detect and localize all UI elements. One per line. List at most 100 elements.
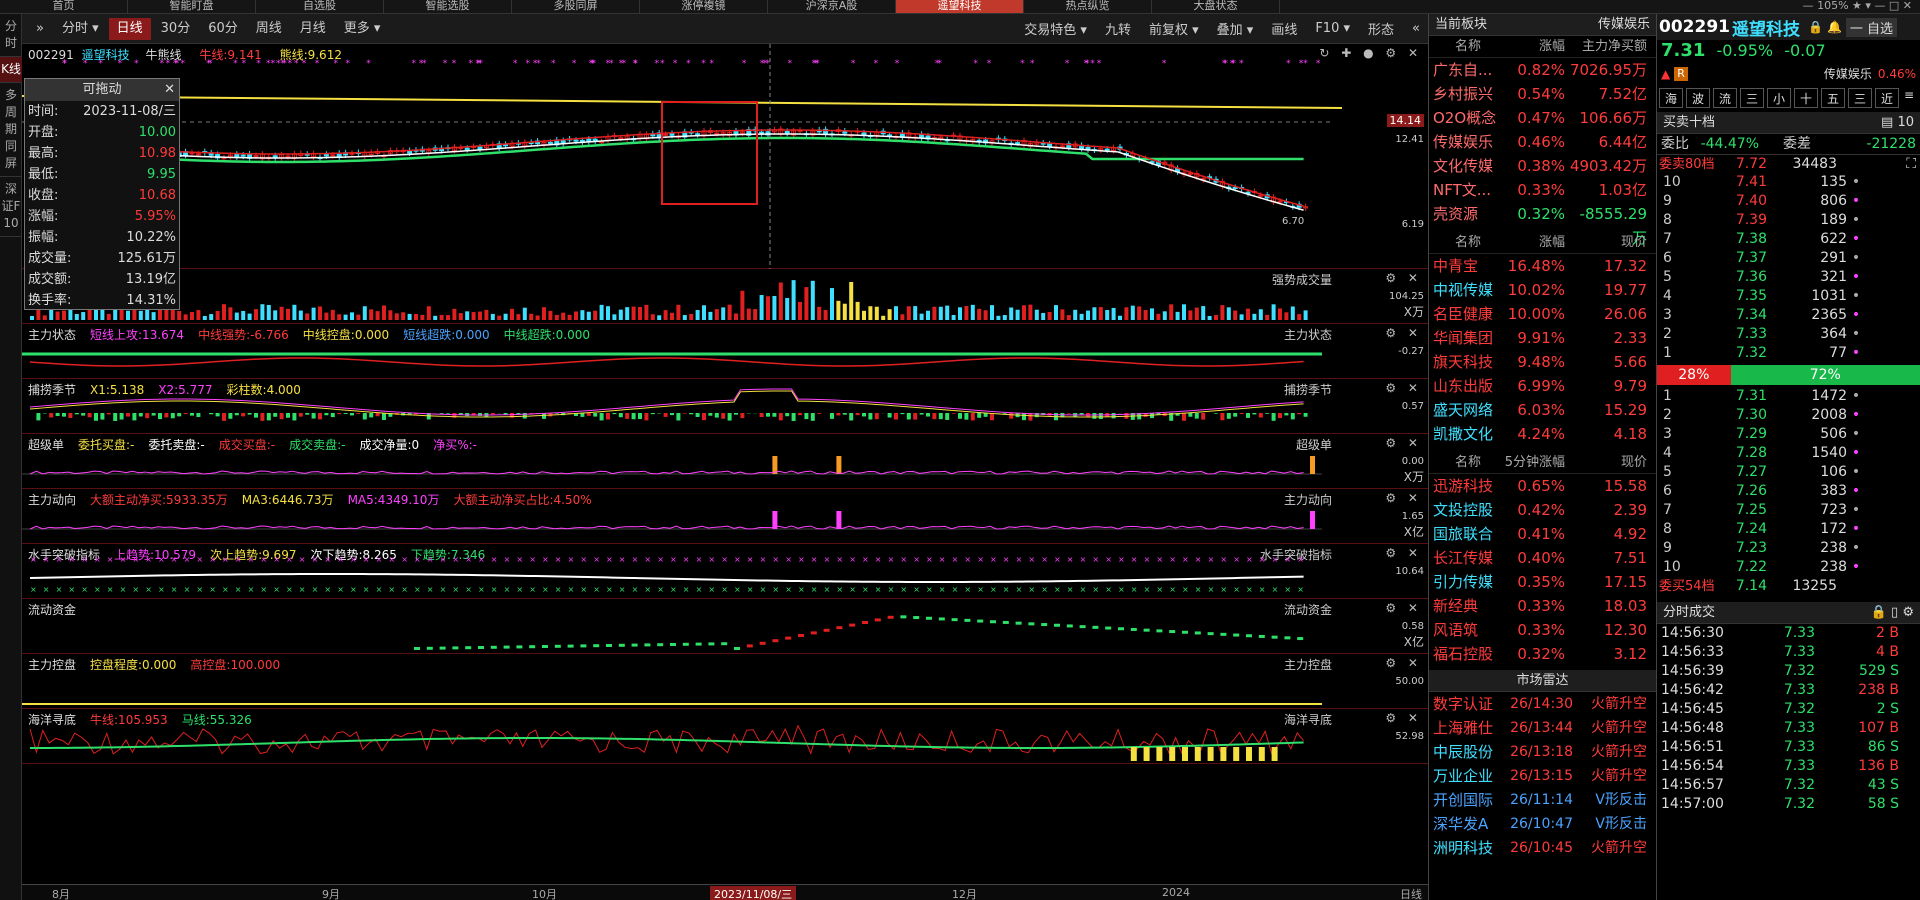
order-row[interactable]: 10 7.41 135 •	[1657, 173, 1920, 192]
table-row[interactable]: O2O概念 0.47% 106.66万	[1429, 106, 1656, 130]
period-button[interactable]: 周线	[248, 18, 290, 40]
table-row[interactable]: 山东出版 6.99% 9.79	[1429, 374, 1656, 398]
quote-tab[interactable]: 五	[1821, 88, 1845, 108]
column-header[interactable]: 名称	[1429, 232, 1503, 253]
order-row[interactable]: 8 7.24 172 •	[1657, 520, 1920, 539]
quote-tab[interactable]: 十	[1794, 88, 1818, 108]
quote-tab[interactable]: 三	[1740, 88, 1764, 108]
order-row[interactable]: 1 7.32 77 •	[1657, 344, 1920, 363]
sector-tag[interactable]: 传媒娱乐	[1824, 62, 1872, 86]
radar-row[interactable]: 开创国际 26/11:14 V形反击	[1429, 788, 1656, 812]
column-header[interactable]: 5分钟涨幅	[1503, 452, 1565, 473]
top-tab[interactable]: 遥望科技	[896, 0, 1024, 13]
indicator-pane[interactable]: 成交量强势成交量⚙ ✕104.25X万	[22, 269, 1428, 324]
table-row[interactable]: 福石控股 0.32% 3.12	[1429, 642, 1656, 666]
period-button[interactable]: 60分	[200, 18, 246, 40]
table-row[interactable]: 名臣健康 10.00% 26.06	[1429, 302, 1656, 326]
table-row[interactable]: 盛天网络 6.03% 15.29	[1429, 398, 1656, 422]
period-button[interactable]: 分时 ▾	[54, 18, 107, 40]
top-tab[interactable]: 智能盯盘	[128, 0, 256, 13]
main-kline-pane[interactable]: 002291 遥望科技 牛熊线 牛线:9.141 熊线:9.612 ↻ ✚ ● …	[21, 44, 1428, 269]
table-row[interactable]: 传媒娱乐 0.46% 6.44亿	[1429, 130, 1656, 154]
quote-tab[interactable]: 波	[1686, 88, 1710, 108]
left-nav-item[interactable]: 分时	[0, 14, 22, 57]
order-row[interactable]: 5 7.36 321 •	[1657, 268, 1920, 287]
toolbar-button[interactable]: 前复权 ▾	[1141, 19, 1207, 38]
indicator-pane[interactable]: 主力控盘 控盘程度:0.000 高控盘:100.000 主力控盘 ⚙ ✕ 50.00	[22, 654, 1428, 709]
order-row[interactable]: 2 7.33 364 •	[1657, 325, 1920, 344]
radar-row[interactable]: 上海雅仕 26/13:44 火箭升空	[1429, 716, 1656, 740]
left-nav-item[interactable]: 多周期同屏	[0, 83, 22, 177]
top-tab[interactable]: 首页	[0, 0, 128, 13]
indicator-pane[interactable]: 水手突破指标 上趋势:10.579 次上趋势:9.697 次下趋势:8.265 下趋势:…	[22, 544, 1428, 599]
pane-controls[interactable]: ⚙ ✕	[1385, 381, 1422, 395]
pane-controls[interactable]: ⚙ ✕	[1385, 491, 1422, 505]
table-row[interactable]: NFT文... 0.33% 1.03亿	[1429, 178, 1656, 202]
pane-controls[interactable]: ↻ ✚ ● ⚙ ✕	[1319, 46, 1422, 60]
order-row[interactable]: 1 7.31 1472 •	[1657, 387, 1920, 406]
quote-tab[interactable]: 三	[1848, 88, 1872, 108]
orderbook-mode-icons[interactable]: ▤ 10	[1881, 112, 1914, 133]
order-row[interactable]: 6 7.26 383 •	[1657, 482, 1920, 501]
top-tab[interactable]: 沪深京A股	[768, 0, 896, 13]
order-row[interactable]: 4 7.28 1540 •	[1657, 444, 1920, 463]
order-row[interactable]: 2 7.30 2008 •	[1657, 406, 1920, 425]
column-header[interactable]: 现价	[1565, 232, 1651, 253]
pane-controls[interactable]: ⚙ ✕	[1385, 546, 1422, 560]
close-icon[interactable]: ✕	[164, 79, 175, 101]
order-row[interactable]: 7 7.38 622 •	[1657, 230, 1920, 249]
indicator-pane[interactable]: 捕捞季节 X1:5.138 X2:5.777 彩柱数:4.000 捕捞季节 ⚙ ✕ 0.57	[22, 379, 1428, 434]
pane-controls[interactable]: ⚙ ✕	[1385, 601, 1422, 615]
left-nav-item[interactable]: K线	[0, 57, 22, 83]
lock-icon[interactable]: 🔒	[1808, 20, 1823, 34]
order-row[interactable]: 8 7.39 189 •	[1657, 211, 1920, 230]
toolbar-button[interactable]: F10 ▾	[1307, 21, 1358, 36]
quote-tab[interactable]: 近	[1875, 88, 1899, 108]
radar-row[interactable]: 数字认证 26/14:30 火箭升空	[1429, 692, 1656, 716]
toolbar-button[interactable]: 交易特色 ▾	[1016, 19, 1095, 38]
column-header[interactable]: 现价	[1565, 452, 1651, 473]
add-favorite-button[interactable]: 一 自选	[1845, 17, 1898, 37]
table-row[interactable]: 中视传媒 10.02% 19.77	[1429, 278, 1656, 302]
toolbar-button[interactable]: 九转	[1097, 19, 1139, 38]
table-row[interactable]: 中青宝 16.48% 17.32	[1429, 254, 1656, 278]
period-button[interactable]: 月线	[292, 18, 334, 40]
order-row[interactable]: 6 7.37 291 •	[1657, 249, 1920, 268]
table-row[interactable]: 凯撒文化 4.24% 4.18	[1429, 422, 1656, 446]
pane-controls[interactable]: ⚙ ✕	[1385, 271, 1422, 285]
table-row[interactable]: 乡村振兴 0.54% 7.52亿	[1429, 82, 1656, 106]
radar-row[interactable]: 中辰股份 26/13:18 火箭升空	[1429, 740, 1656, 764]
column-header[interactable]: 涨幅	[1503, 36, 1565, 57]
table-row[interactable]: 长江传媒 0.40% 7.51	[1429, 546, 1656, 570]
kline-chart[interactable]: * ** ** * ** * * *** *** ** ** ** *** * ** * * *** ** * *** *…	[21, 44, 1428, 269]
table-row[interactable]: 华闻集团 9.91% 2.33	[1429, 326, 1656, 350]
expand-icon[interactable]: ⛶	[1906, 155, 1920, 173]
bell-icon[interactable]: 🔔	[1827, 20, 1842, 34]
radar-row[interactable]: 洲明科技 26/10:45 火箭升空	[1429, 836, 1656, 860]
collapse-icon[interactable]: «	[1404, 21, 1428, 36]
table-row[interactable]: 新经典 0.33% 18.03	[1429, 594, 1656, 618]
order-row[interactable]: 4 7.35 1031 •	[1657, 287, 1920, 306]
indicator-pane[interactable]: 海洋寻底 牛线:105.953 马线:55.326 海洋寻底 ⚙ ✕ 52.98	[22, 709, 1428, 764]
quote-tab[interactable]: 海	[1659, 88, 1683, 108]
table-row[interactable]: 壳资源 0.32% -8555.29万	[1429, 202, 1656, 247]
table-row[interactable]: 风语筑 0.33% 12.30	[1429, 618, 1656, 642]
table-row[interactable]: 迅游科技 0.65% 15.58	[1429, 474, 1656, 498]
order-row[interactable]: 3 7.34 2365 •	[1657, 306, 1920, 325]
more-icon[interactable]: ≡	[1904, 88, 1914, 110]
top-tab[interactable]: 多股同屏	[512, 0, 640, 13]
ohlc-info-panel[interactable]: 可拖动 ✕ 时间: 2023-11-08/三 开盘: 10.00 最高: 10.98 最低: 9…	[24, 78, 180, 310]
toolbar-button[interactable]: 叠加 ▾	[1209, 19, 1262, 38]
column-header[interactable]: 名称	[1429, 452, 1503, 473]
expand-icon[interactable]: »	[28, 18, 52, 40]
order-row[interactable]: 5 7.27 106 •	[1657, 463, 1920, 482]
top-tab[interactable]: 智能选股	[384, 0, 512, 13]
table-row[interactable]: 引力传媒 0.35% 17.15	[1429, 570, 1656, 594]
top-tab[interactable]: 自选股	[256, 0, 384, 13]
toolbar-button[interactable]: 形态	[1360, 19, 1402, 38]
table-row[interactable]: 广东自... 0.82% 7026.95万	[1429, 58, 1656, 82]
period-button[interactable]: 更多 ▾	[336, 18, 389, 40]
period-label[interactable]: 日线	[1400, 886, 1422, 900]
order-row[interactable]: 7 7.25 723 •	[1657, 501, 1920, 520]
order-row[interactable]: 3 7.29 506 •	[1657, 425, 1920, 444]
